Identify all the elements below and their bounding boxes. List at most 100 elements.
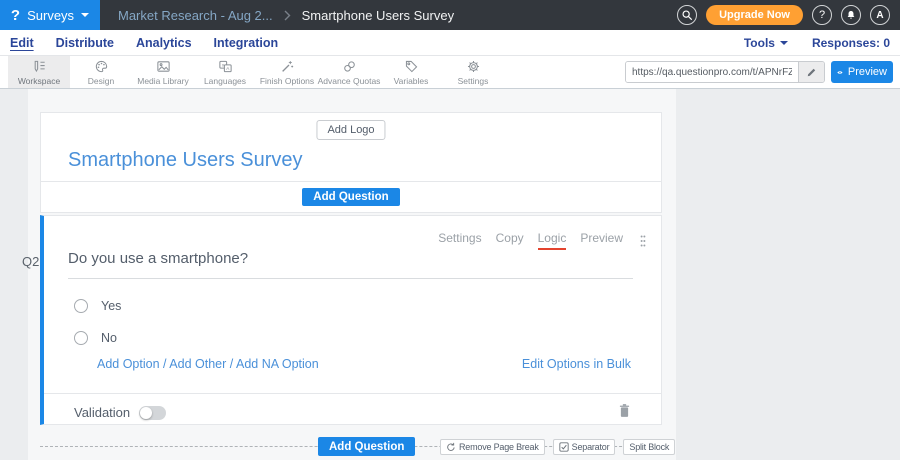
- product-switcher[interactable]: ? Surveys: [0, 0, 100, 30]
- links-icon: [342, 59, 357, 74]
- palette-icon: [94, 59, 109, 74]
- toolbar-item-label: Design: [88, 76, 114, 86]
- tag-icon: [404, 59, 419, 74]
- image-icon: [156, 59, 171, 74]
- add-question-button-footer[interactable]: Add Question: [318, 437, 415, 456]
- toolbar-item-languages[interactable]: xA Languages: [194, 56, 256, 88]
- radio-button[interactable]: [74, 299, 88, 313]
- link-separator: /: [226, 357, 236, 371]
- add-na-option-link[interactable]: Add NA Option: [236, 357, 319, 371]
- add-option-link[interactable]: Add Option: [97, 357, 160, 371]
- tab-distribute[interactable]: Distribute: [56, 36, 114, 50]
- tools-menu[interactable]: Tools: [744, 36, 788, 50]
- toolbar-item-settings[interactable]: Settings: [442, 56, 504, 88]
- search-icon: [681, 9, 693, 21]
- survey-nav-tabs: Edit Distribute Analytics Integration: [0, 36, 278, 50]
- question-card: Settings Copy Logic Preview Do you use a…: [40, 215, 662, 425]
- account-avatar[interactable]: A: [870, 5, 890, 25]
- preview-label: Preview: [848, 66, 887, 78]
- chevron-down-icon: [81, 13, 89, 17]
- validation-toggle[interactable]: [139, 406, 166, 420]
- edit-options-in-bulk-link[interactable]: Edit Options in Bulk: [522, 357, 631, 371]
- toolbar-item-advance-quotas[interactable]: Advance Quotas: [318, 56, 380, 88]
- option-links: Add Option / Add Other / Add NA Option: [97, 357, 319, 371]
- eye-icon: [837, 68, 843, 77]
- nav-right-actions: Tools Responses: 0: [744, 36, 890, 50]
- search-button[interactable]: [677, 5, 697, 25]
- help-button[interactable]: ?: [812, 5, 832, 25]
- tab-analytics[interactable]: Analytics: [136, 36, 192, 50]
- toolbar-item-label: Advance Quotas: [318, 76, 381, 86]
- trash-icon: [618, 403, 631, 418]
- more-options-button[interactable]: [639, 234, 647, 248]
- validation-label: Validation: [74, 405, 130, 420]
- block-controls: Remove Page Break Separator Split Block: [440, 439, 675, 455]
- chevron-down-icon: [780, 41, 788, 45]
- add-logo-button[interactable]: Add Logo: [316, 120, 385, 140]
- survey-url-input[interactable]: [626, 62, 798, 82]
- toolbar-item-label: Finish Options: [260, 76, 314, 86]
- header-actions: Upgrade Now ? A: [677, 5, 890, 25]
- gear-icon: [466, 59, 481, 74]
- survey-header-card: Add Logo Smartphone Users Survey Add Que…: [40, 112, 662, 213]
- survey-title[interactable]: Smartphone Users Survey: [68, 149, 303, 172]
- delete-question-button[interactable]: [618, 403, 631, 423]
- chevron-right-icon: [284, 10, 291, 21]
- add-other-link[interactable]: Add Other: [169, 357, 226, 371]
- questionpro-logo-icon: ?: [11, 8, 20, 23]
- tab-integration[interactable]: Integration: [214, 36, 279, 50]
- toolbar-item-media-library[interactable]: Media Library: [132, 56, 194, 88]
- toolbar-item-label: Workspace: [18, 76, 60, 86]
- radio-button[interactable]: [74, 331, 88, 345]
- tools-label: Tools: [744, 36, 775, 50]
- top-header: ? Surveys Market Research - Aug 2... Sma…: [0, 0, 900, 30]
- question-number-label: Q2: [22, 254, 39, 269]
- translate-icon: xA: [218, 59, 233, 74]
- question-tab-settings[interactable]: Settings: [438, 231, 481, 250]
- remove-page-break-icon: [446, 442, 456, 452]
- question-toolbar: Settings Copy Logic Preview: [438, 231, 647, 250]
- toolbar-item-design[interactable]: Design: [70, 56, 132, 88]
- toolbar-item-label: Variables: [394, 76, 429, 86]
- pencil-icon: [806, 67, 817, 78]
- add-question-button[interactable]: Add Question: [302, 188, 399, 206]
- separator-button[interactable]: Separator: [553, 439, 616, 455]
- question-tab-preview[interactable]: Preview: [580, 231, 623, 250]
- toolbar-item-label: Settings: [458, 76, 489, 86]
- question-tab-copy[interactable]: Copy: [496, 231, 524, 250]
- breadcrumb-survey-title: Smartphone Users Survey: [302, 8, 454, 23]
- workspace-icon: [32, 59, 47, 74]
- add-question-strip: Add Question: [41, 181, 661, 212]
- notifications-button[interactable]: [841, 5, 861, 25]
- more-options-icon: [639, 234, 647, 248]
- question-text-input[interactable]: Do you use a smartphone?: [68, 250, 633, 279]
- edit-url-button[interactable]: [798, 62, 824, 82]
- upgrade-now-button[interactable]: Upgrade Now: [706, 5, 803, 25]
- option-label[interactable]: Yes: [101, 299, 121, 313]
- toolbar-item-label: Media Library: [137, 76, 189, 86]
- link-separator: /: [160, 357, 170, 371]
- toolbar-item-workspace[interactable]: Workspace: [8, 56, 70, 88]
- survey-url-field: [625, 61, 825, 83]
- validation-row: Validation: [74, 405, 166, 420]
- tab-edit[interactable]: Edit: [10, 36, 34, 50]
- split-block-button[interactable]: Split Block: [623, 439, 675, 455]
- block-footer: Add Question Remove Page Break Separator…: [40, 437, 662, 457]
- card-divider: [44, 393, 661, 394]
- breadcrumb-folder[interactable]: Market Research - Aug 2...: [118, 8, 273, 23]
- question-tab-logic[interactable]: Logic: [538, 231, 567, 250]
- preview-button[interactable]: Preview: [831, 61, 893, 83]
- breadcrumb: Market Research - Aug 2... Smartphone Us…: [118, 8, 454, 23]
- answer-option-row: Yes: [74, 299, 121, 313]
- toggle-knob: [140, 407, 152, 419]
- remove-page-break-label: Remove Page Break: [459, 442, 539, 452]
- toolbar-item-variables[interactable]: Variables: [380, 56, 442, 88]
- bell-icon: [845, 9, 857, 21]
- wand-icon: [280, 59, 295, 74]
- option-label[interactable]: No: [101, 331, 117, 345]
- toolbar-item-finish-options[interactable]: Finish Options: [256, 56, 318, 88]
- answer-option-row: No: [74, 331, 117, 345]
- toolbar-item-label: Languages: [204, 76, 246, 86]
- responses-count[interactable]: Responses: 0: [812, 36, 890, 50]
- remove-page-break-button[interactable]: Remove Page Break: [440, 439, 545, 455]
